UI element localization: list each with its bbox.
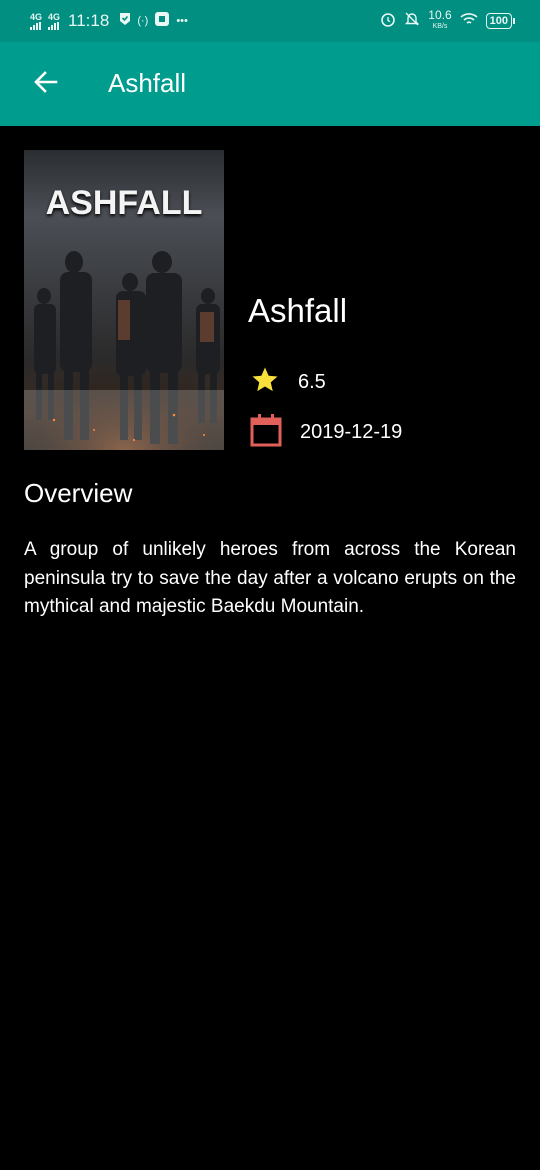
mute-icon <box>404 11 420 32</box>
app-icon <box>154 11 170 32</box>
status-time: 11:18 <box>68 11 110 30</box>
rating-row: 6.5 <box>250 364 326 400</box>
back-button[interactable] <box>24 62 68 106</box>
data-speed-value: 10.6 <box>428 8 452 22</box>
data-speed-unit: KB/s <box>432 23 448 30</box>
arrow-left-icon <box>33 69 59 100</box>
status-bar: 4G 4G 11:18 (·) ••• 10.6 KB/s 100 <box>0 0 540 42</box>
app-bar-title: Ashfall <box>108 68 187 98</box>
alarm-icon <box>380 11 396 32</box>
more-icon: ••• <box>176 15 188 27</box>
status-bar-left: 4G 4G 11:18 (·) ••• <box>30 10 188 32</box>
wifi-icon <box>460 12 478 31</box>
signal-icon: 4G <box>30 11 43 30</box>
release-date-row: 2019-12-19 <box>250 413 403 452</box>
signal-icon: 4G <box>48 11 61 30</box>
release-date-value: 2019-12-19 <box>300 420 403 443</box>
poster-artwork <box>24 251 224 450</box>
star-icon <box>250 365 280 400</box>
movie-title: Ashfall <box>248 292 348 329</box>
overview-text: A group of unlikely heroes from across t… <box>24 539 516 617</box>
app-bar: Ashfall <box>0 42 540 126</box>
overview-heading: Overview <box>24 478 133 508</box>
status-bar-right: 10.6 KB/s 100 <box>380 8 516 34</box>
hotspot-icon: (·) <box>137 15 149 27</box>
network-type-label: 4G <box>30 11 43 22</box>
battery-icon: 100 <box>485 13 516 29</box>
data-speed: 10.6 KB/s <box>428 8 452 32</box>
network-type-label: 4G <box>48 11 61 22</box>
calendar-icon <box>250 413 282 452</box>
check-shield-icon <box>119 12 131 31</box>
movie-poster: ASHFALL <box>24 150 224 450</box>
rating-value: 6.5 <box>298 370 326 393</box>
